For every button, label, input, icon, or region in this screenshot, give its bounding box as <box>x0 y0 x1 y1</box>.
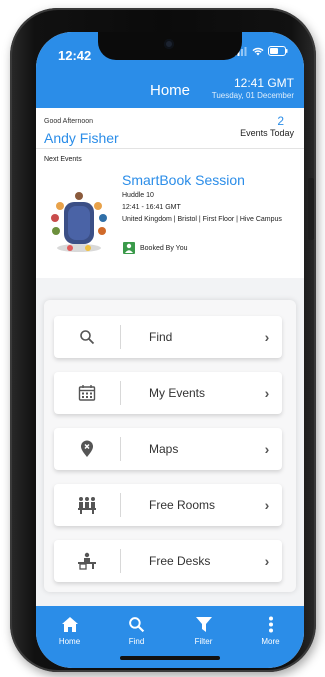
home-indicator <box>120 656 220 660</box>
menu-item-label: Find <box>149 330 173 344</box>
events-today-count: 2 <box>277 114 284 128</box>
nav-home[interactable]: Home <box>36 606 103 668</box>
meeting-room-icon <box>54 496 120 514</box>
menu-item-label: Maps <box>149 442 179 456</box>
nav-more[interactable]: More <box>237 606 304 668</box>
filter-icon <box>195 617 212 632</box>
menu-item-label: Free Rooms <box>149 498 216 512</box>
header-clock: 12:41 GMT Tuesday, 01 December <box>212 76 294 100</box>
nav-label: Filter <box>194 637 213 646</box>
user-name: Andy Fisher <box>44 130 119 146</box>
search-icon <box>54 329 120 345</box>
event-time: 12:41 - 16:41 GMT <box>122 204 181 211</box>
menu-item-maps[interactable]: Maps › <box>54 428 282 470</box>
nav-label: Find <box>128 637 145 646</box>
menu-item-label: Free Desks <box>149 554 211 568</box>
chevron-right-icon: › <box>264 497 270 513</box>
event-location: United Kingdom | Bristol | First Floor |… <box>122 216 282 223</box>
summary-card: Good Afternoon Andy Fisher 2 Events Toda… <box>36 108 304 306</box>
menu-item-my-events[interactable]: My Events › <box>54 372 282 414</box>
home-icon <box>61 617 78 632</box>
menu-panel: Find › My Events › Maps › Free Rooms › F… <box>44 300 296 592</box>
menu-item-free-desks[interactable]: Free Desks › <box>54 540 282 582</box>
event-title[interactable]: SmartBook Session <box>122 172 245 188</box>
camera-icon <box>164 39 174 49</box>
status-icons <box>234 46 288 56</box>
desk-icon <box>54 552 120 570</box>
menu-item-find[interactable]: Find › <box>54 316 282 358</box>
status-time: 12:42 <box>58 48 92 63</box>
menu-item-label: My Events <box>149 386 206 400</box>
booked-user-icon <box>123 242 135 254</box>
side-button <box>308 178 314 240</box>
meeting-room-illustration <box>51 192 107 252</box>
menu-item-free-rooms[interactable]: Free Rooms › <box>54 484 282 526</box>
app-screen: 12:42 Home 12:41 GMT Tuesday, 01 Decembe… <box>36 32 304 668</box>
event-room: Huddle 10 <box>122 192 154 199</box>
events-today-label: Events Today <box>240 128 294 138</box>
next-events-label: Next Events <box>44 156 82 163</box>
nav-label: More <box>261 637 280 646</box>
chevron-right-icon: › <box>264 553 270 569</box>
nav-label: Home <box>58 637 81 646</box>
chevron-right-icon: › <box>264 329 270 345</box>
more-vertical-icon <box>268 616 273 633</box>
wifi-icon <box>252 47 264 55</box>
search-icon <box>129 617 145 633</box>
map-pin-icon <box>54 440 120 458</box>
clock-date: Tuesday, 01 December <box>211 91 294 100</box>
greeting-text: Good Afternoon <box>44 118 94 125</box>
calendar-icon <box>54 384 120 402</box>
booked-status: Booked By You <box>122 241 188 255</box>
battery-icon <box>268 46 288 56</box>
notch <box>98 32 242 60</box>
booked-by-label: Booked By You <box>140 244 188 252</box>
chevron-right-icon: › <box>264 385 270 401</box>
chevron-right-icon: › <box>264 441 270 457</box>
clock-time: 12:41 GMT <box>233 76 294 90</box>
phone-frame: 12:42 Home 12:41 GMT Tuesday, 01 Decembe… <box>10 8 316 672</box>
divider <box>36 148 304 149</box>
